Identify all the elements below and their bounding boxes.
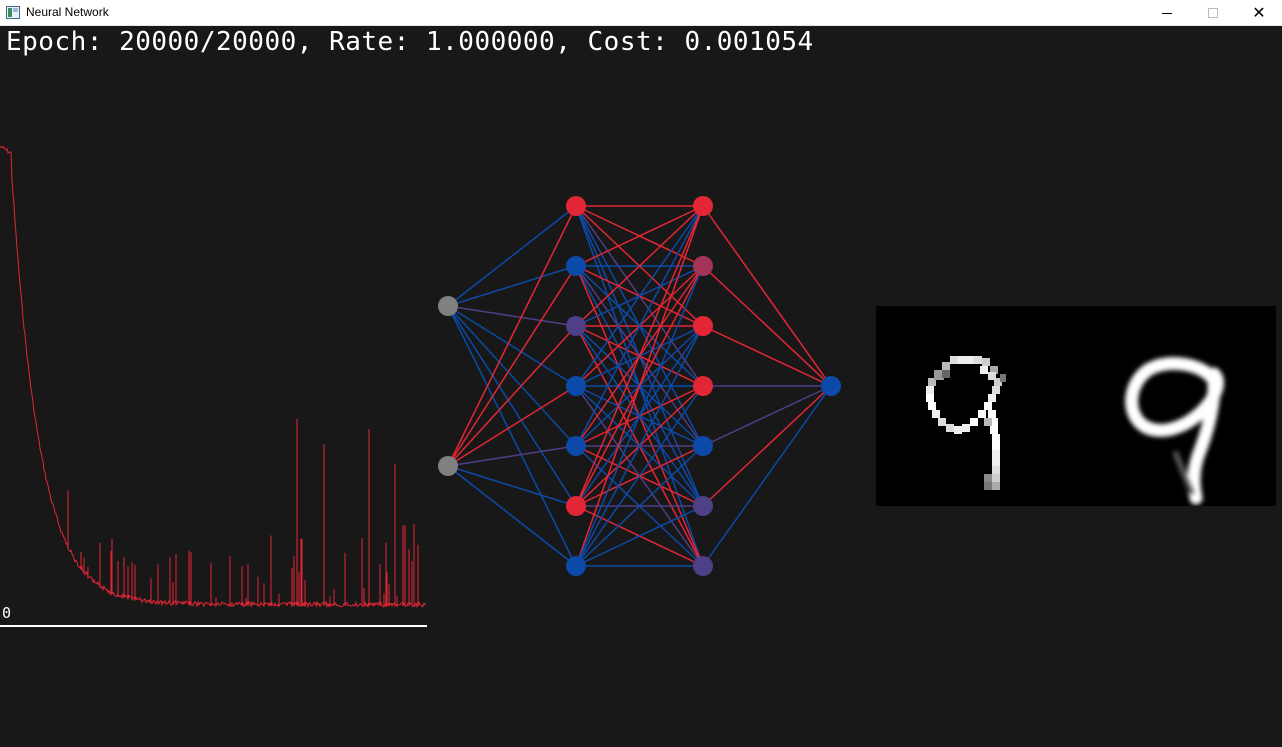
app-window: Neural Network ✕ Epoch: 20000/20000, Rat…: [0, 0, 1282, 747]
hidden2-neuron: [693, 196, 713, 216]
hidden1-neuron: [566, 556, 586, 576]
hidden1-neuron: [566, 316, 586, 336]
input-neuron: [438, 296, 458, 316]
weight-edge: [447, 325, 577, 467]
hidden2-neuron: [693, 376, 713, 396]
hidden2-neuron: [693, 436, 713, 456]
weight-edge: [702, 385, 832, 567]
digit-preview-canvas: [926, 356, 1224, 505]
weight-edge: [702, 385, 832, 447]
weight-edge: [447, 305, 577, 447]
hidden2-neuron: [693, 316, 713, 336]
weight-edge: [447, 205, 577, 307]
digit-nine-pixelated: [926, 356, 1006, 490]
digit-nine-reconstructed: [1125, 357, 1224, 505]
hidden1-neuron: [566, 376, 586, 396]
hidden1-neuron: [566, 256, 586, 276]
weight-edge: [447, 445, 577, 467]
weight-edge: [447, 465, 577, 507]
weight-edge: [447, 305, 577, 327]
weight-edge: [447, 465, 577, 567]
hidden2-neuron: [693, 556, 713, 576]
digit-preview: [876, 306, 1276, 506]
hidden1-neuron: [566, 436, 586, 456]
weight-edge: [702, 265, 832, 387]
output-neuron: [821, 376, 841, 396]
hidden2-neuron: [693, 496, 713, 516]
weight-edge: [702, 325, 832, 387]
hidden1-neuron: [566, 496, 586, 516]
weight-edge: [702, 385, 832, 507]
weight-edge: [702, 205, 832, 387]
input-neuron: [438, 456, 458, 476]
hidden1-neuron: [566, 196, 586, 216]
weight-edge: [447, 265, 577, 307]
hidden2-neuron: [693, 256, 713, 276]
